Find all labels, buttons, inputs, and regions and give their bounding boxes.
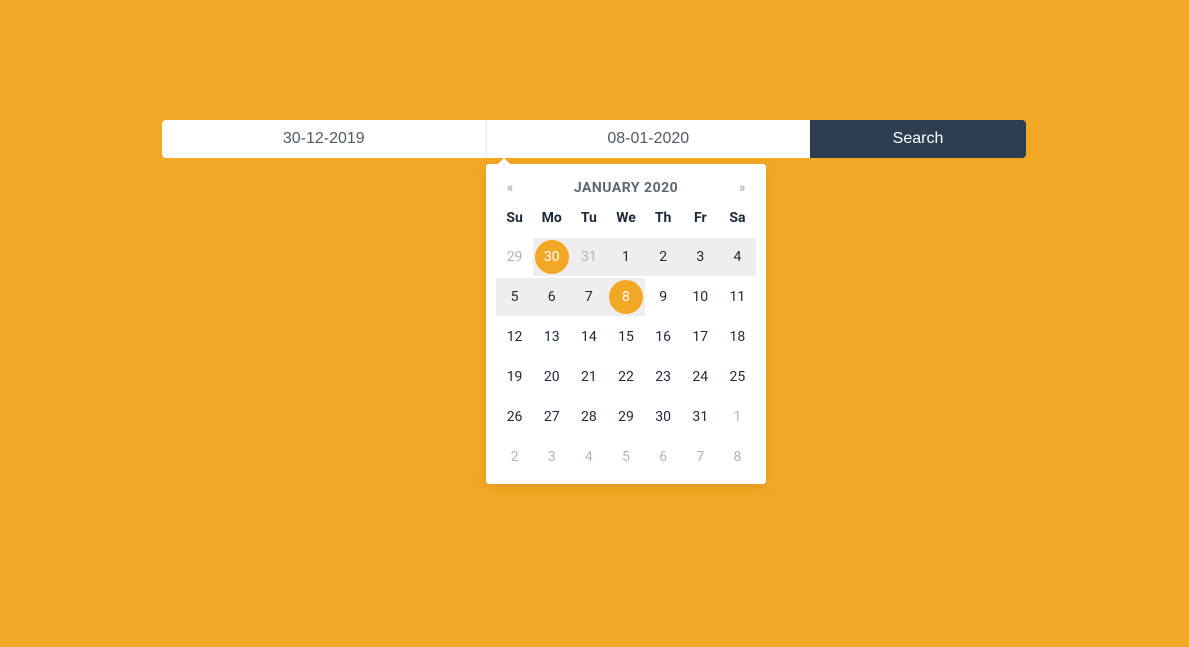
calendar-day[interactable]: 31 (570, 238, 607, 276)
calendar-day[interactable]: 18 (719, 318, 756, 356)
dow-label: We (607, 210, 644, 236)
calendar-day[interactable]: 22 (607, 358, 644, 396)
search-bar: Search (162, 120, 1026, 158)
search-button[interactable]: Search (810, 120, 1026, 158)
calendar-day[interactable]: 21 (570, 358, 607, 396)
calendar-day[interactable]: 26 (496, 398, 533, 436)
calendar-day[interactable]: 6 (645, 438, 682, 476)
calendar-day[interactable]: 15 (607, 318, 644, 356)
calendar-day[interactable]: 25 (719, 358, 756, 396)
prev-month-button[interactable]: « (500, 180, 520, 196)
calendar-day[interactable]: 3 (682, 238, 719, 276)
calendar-day[interactable]: 2 (645, 238, 682, 276)
dow-label: Sa (719, 210, 756, 236)
calendar-day[interactable]: 5 (496, 278, 533, 316)
calendar-popup: « JANUARY 2020 » SuMoTuWeThFrSa293031123… (486, 164, 766, 484)
calendar-day[interactable]: 31 (682, 398, 719, 436)
calendar-day[interactable]: 13 (533, 318, 570, 356)
calendar-day[interactable]: 30 (645, 398, 682, 436)
calendar-day[interactable]: 4 (719, 238, 756, 276)
calendar-day[interactable]: 11 (719, 278, 756, 316)
calendar-grid: SuMoTuWeThFrSa29303112345678910111213141… (496, 210, 756, 476)
dow-label: Th (645, 210, 682, 236)
calendar-day[interactable]: 23 (645, 358, 682, 396)
calendar-day[interactable]: 10 (682, 278, 719, 316)
calendar-title: JANUARY 2020 (520, 180, 732, 196)
calendar-day[interactable]: 14 (570, 318, 607, 356)
calendar-header: « JANUARY 2020 » (496, 174, 756, 196)
calendar-day[interactable]: 16 (645, 318, 682, 356)
start-date-input[interactable] (162, 120, 487, 158)
calendar-day[interactable]: 9 (645, 278, 682, 316)
calendar-day[interactable]: 4 (570, 438, 607, 476)
dow-label: Mo (533, 210, 570, 236)
calendar-day[interactable]: 20 (533, 358, 570, 396)
dow-label: Fr (682, 210, 719, 236)
next-month-button[interactable]: » (732, 180, 752, 196)
dow-label: Tu (570, 210, 607, 236)
dow-label: Su (496, 210, 533, 236)
calendar-day[interactable]: 17 (682, 318, 719, 356)
calendar-day[interactable]: 6 (533, 278, 570, 316)
calendar-day[interactable]: 28 (570, 398, 607, 436)
calendar-day[interactable]: 2 (496, 438, 533, 476)
calendar-day[interactable]: 24 (682, 358, 719, 396)
calendar-day[interactable]: 8 (607, 278, 644, 316)
calendar-day[interactable]: 3 (533, 438, 570, 476)
calendar-day[interactable]: 29 (607, 398, 644, 436)
calendar-day[interactable]: 27 (533, 398, 570, 436)
calendar-day[interactable]: 7 (682, 438, 719, 476)
calendar-day[interactable]: 7 (570, 278, 607, 316)
calendar-day[interactable]: 1 (719, 398, 756, 436)
calendar-day[interactable]: 8 (719, 438, 756, 476)
calendar-day[interactable]: 12 (496, 318, 533, 356)
calendar-day[interactable]: 29 (496, 238, 533, 276)
calendar-day[interactable]: 5 (607, 438, 644, 476)
calendar-day[interactable]: 1 (607, 238, 644, 276)
end-date-input[interactable] (487, 120, 811, 158)
calendar-day[interactable]: 19 (496, 358, 533, 396)
calendar-day[interactable]: 30 (533, 238, 570, 276)
